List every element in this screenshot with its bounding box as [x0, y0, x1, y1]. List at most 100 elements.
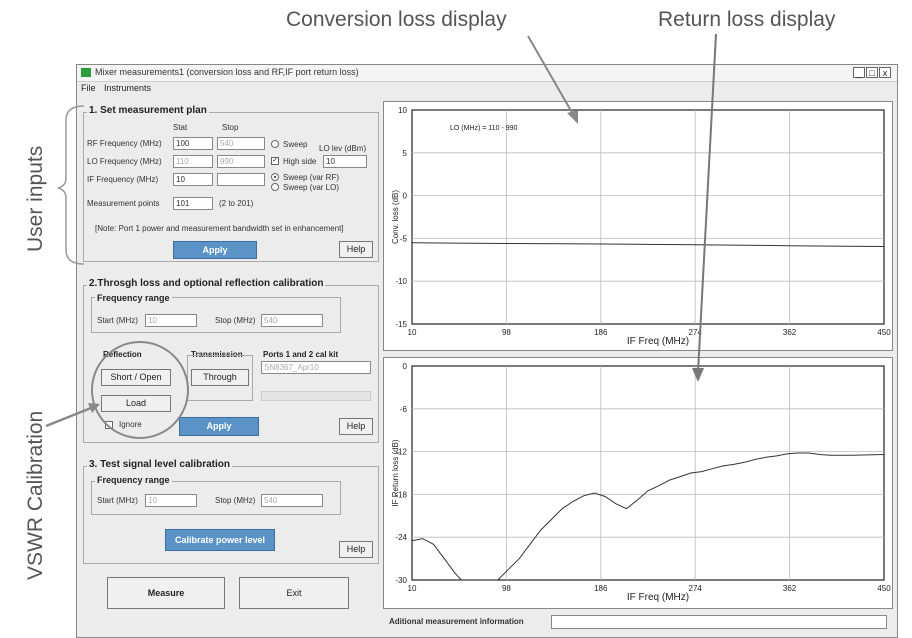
sec3-stop-input[interactable]: 540 — [261, 494, 323, 507]
measurement-points-input[interactable]: 101 — [173, 197, 213, 210]
high-side-label: High side — [283, 157, 317, 166]
calibrate-power-button[interactable]: Calibrate power level — [165, 529, 275, 551]
sweep-var-rf-radio[interactable] — [271, 173, 279, 181]
y-tick-label: 10 — [398, 106, 407, 115]
plan-help-button[interactable]: Help — [339, 241, 373, 258]
x-tick-label: 274 — [689, 328, 703, 337]
x-axis-label: IF Freq (MHz) — [627, 592, 689, 603]
menu-instruments[interactable]: Instruments — [104, 83, 151, 93]
sec3-stop-label: Stop (MHz) — [215, 496, 256, 505]
section2-title: 2.Throsgh loss and optional reflection c… — [87, 278, 326, 289]
sec2-start-input[interactable]: 10 — [145, 314, 197, 327]
x-tick-label: 274 — [689, 584, 703, 593]
conversion-loss-chart: 10 98 186 274 362 450 10 5 0 -5 -10 -15 IF Freq (MHz… — [383, 101, 893, 351]
x-tick-label: 362 — [783, 584, 797, 593]
app-icon — [81, 68, 91, 77]
if-stop-input[interactable] — [217, 173, 265, 186]
lo-stop-input[interactable]: 990 — [217, 155, 265, 168]
if-start-input[interactable]: 10 — [173, 173, 213, 186]
title-bar[interactable]: Mixer measurements1 (conversion loss and… — [77, 65, 897, 82]
calibration-help-button[interactable]: Help — [339, 418, 373, 435]
through-button[interactable]: Through — [191, 369, 249, 386]
x-axis-label: IF Freq (MHz) — [627, 336, 689, 347]
y-tick-label: 0 — [403, 362, 408, 371]
close-button[interactable]: x — [879, 67, 891, 78]
lo-level-input[interactable]: 10 — [323, 155, 367, 168]
section1-title: 1. Set measurement plan — [87, 105, 209, 116]
conversion-loss-plot: 10 98 186 274 362 450 10 5 0 -5 -10 -15 IF Freq (MHz… — [391, 106, 891, 347]
x-tick-label: 98 — [502, 584, 511, 593]
y-axis-label: IF Return loss (dB) — [391, 439, 400, 506]
y-tick-label: -5 — [400, 234, 408, 243]
signal-help-button[interactable]: Help — [339, 541, 373, 558]
additional-info-label: Aditional measurement information — [389, 617, 524, 626]
return-loss-plot: 10 98 186 274 362 4500-6-12-18-24-30IF Freq (… — [391, 362, 891, 603]
return-loss-chart: 10 98 186 274 362 450 0 -6 -12 -18 -24 -30 IF Freq (… — [383, 357, 893, 609]
freq-range-title-3: Frequency range — [95, 475, 172, 485]
rf-start-input[interactable]: 100 — [173, 137, 213, 150]
lo-start-input[interactable]: 110 — [173, 155, 213, 168]
plot-area — [411, 109, 885, 325]
calibration-apply-button[interactable]: Apply — [179, 417, 259, 436]
rf-stop-input[interactable]: 540 — [217, 137, 265, 150]
measure-button[interactable]: Measure — [107, 577, 225, 609]
y-tick-label: 0 — [403, 192, 408, 201]
ignore-checkbox[interactable] — [105, 421, 113, 429]
menu-file[interactable]: File — [81, 83, 96, 93]
x-tick-label: 186 — [594, 328, 608, 337]
conversion-loss-display-annotation: Conversion loss display — [286, 8, 507, 31]
x-tick-label: 186 — [594, 584, 608, 593]
reflection-title: Reflection — [101, 350, 144, 359]
y-tick-label: -10 — [395, 277, 407, 286]
cal-kit-label: Ports 1 and 2 cal kit — [261, 350, 341, 359]
sec3-start-input[interactable]: 10 — [145, 494, 197, 507]
vswr-calibration-annotation: VSWR Calibration — [24, 410, 47, 580]
sweep-var-lo-radio[interactable] — [271, 183, 279, 191]
y-axis-label: Conv. loss (dB) — [391, 190, 400, 244]
load-button[interactable]: Load — [101, 395, 171, 412]
note-text: [Note: Port 1 power and measurement band… — [95, 224, 344, 233]
col-stop-label: Stop — [222, 123, 239, 132]
minimize-button[interactable]: _ — [853, 67, 865, 78]
points-range-label: (2 to 201) — [219, 199, 254, 208]
high-side-checkbox[interactable]: ✓ — [271, 157, 279, 165]
cal-kit-input[interactable]: SN8367_Apr10 — [261, 361, 371, 374]
sweep-radio[interactable] — [271, 140, 279, 148]
sec2-stop-input[interactable]: 540 — [261, 314, 323, 327]
sec3-start-label: Start (MHz) — [97, 496, 138, 505]
return-loss-display-annotation: Return loss display — [658, 8, 836, 31]
menu-bar: File Instruments — [77, 82, 897, 95]
x-tick-label: 98 — [502, 328, 511, 337]
y-tick-label: -6 — [400, 405, 408, 414]
ignore-label: Ignore — [119, 420, 142, 429]
plot-area — [411, 365, 885, 581]
x-tick-label: 450 — [877, 584, 891, 593]
plan-apply-button[interactable]: Apply — [173, 241, 257, 259]
y-tick-label: -24 — [395, 533, 407, 542]
x-tick-label: 450 — [877, 328, 891, 337]
freq-range-title-2: Frequency range — [95, 293, 172, 303]
window-title: Mixer measurements1 (conversion loss and… — [95, 67, 359, 77]
measurement-points-label: Measurement points — [87, 199, 160, 208]
chart-annotation: LO (MHz) = 110 - 990 — [450, 125, 517, 132]
rf-freq-label: RF Frequency (MHz) — [87, 139, 162, 148]
lo-lev-label: LO lev (dBm) — [319, 144, 367, 153]
cal-kit-status — [261, 391, 371, 401]
x-tick-label: 10 — [408, 328, 417, 337]
if-freq-label: IF Frequency (MHz) — [87, 175, 159, 184]
section3-title: 3. Test signal level calibration — [87, 459, 232, 470]
sweep-var-rf-label: Sweep (var RF) — [283, 173, 340, 182]
maximize-button[interactable]: □ — [866, 67, 878, 78]
sweep-label: Sweep — [283, 140, 308, 149]
col-start-label: Stat — [173, 123, 188, 132]
y-tick-label: 5 — [403, 149, 408, 158]
lo-freq-label: LO Frequency (MHz) — [87, 157, 162, 166]
short-open-button[interactable]: Short / Open — [101, 369, 171, 386]
y-tick-label: -15 — [395, 320, 407, 329]
app-window: Mixer measurements1 (conversion loss and… — [76, 64, 898, 638]
user-inputs-annotation: User inputs — [24, 145, 47, 252]
x-tick-label: 10 — [408, 584, 417, 593]
additional-info-field[interactable] — [551, 615, 887, 629]
exit-button[interactable]: Exit — [239, 577, 349, 609]
y-tick-label: -30 — [395, 576, 407, 585]
